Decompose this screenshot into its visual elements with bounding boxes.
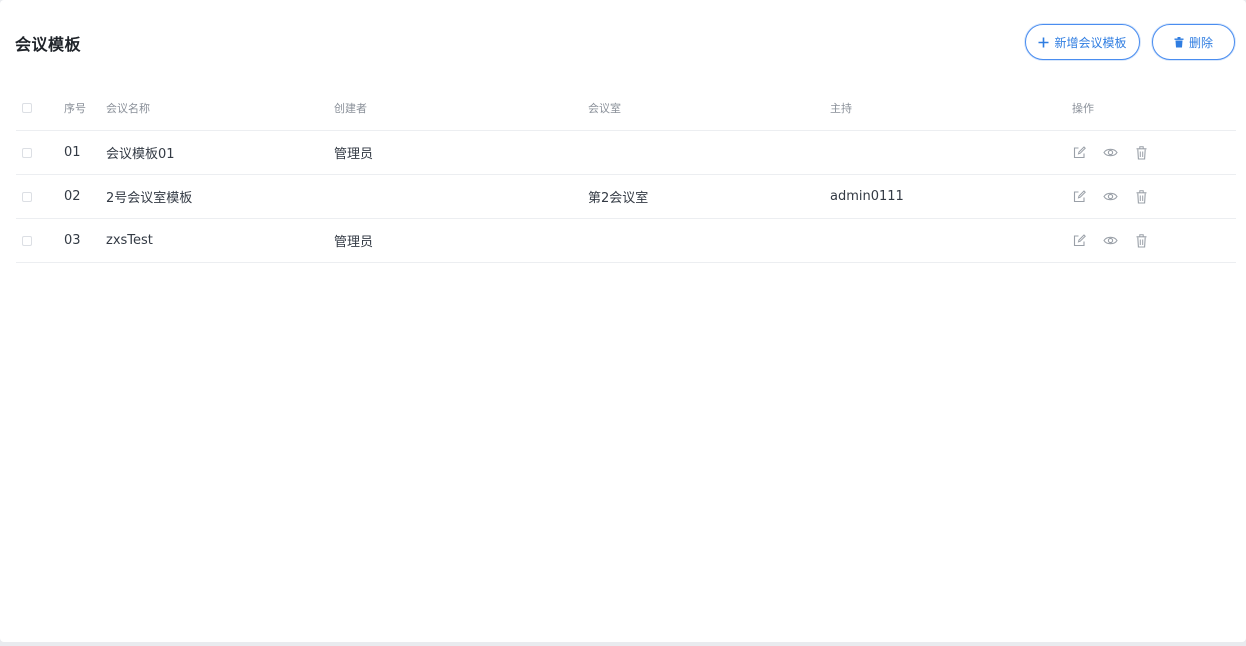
row-no: 01 xyxy=(64,145,81,160)
header-name: 会议名称 xyxy=(106,102,150,115)
edit-icon[interactable] xyxy=(1072,189,1087,204)
delete-icon[interactable] xyxy=(1134,145,1149,160)
view-icon[interactable] xyxy=(1103,189,1118,204)
delete-label: 删除 xyxy=(1188,35,1213,50)
template-table: 序号 会议名称 创建者 会议室 主持 操作 01 会议模板01 管理员 02 2… xyxy=(16,86,1236,263)
table-header: 序号 会议名称 创建者 会议室 主持 操作 xyxy=(16,86,1236,131)
delete-icon[interactable] xyxy=(1134,233,1149,248)
row-checkbox[interactable] xyxy=(22,147,32,158)
table-row: 03 zxsTest 管理员 xyxy=(16,219,1236,263)
row-checkbox[interactable] xyxy=(22,235,32,246)
row-name: zxsTest xyxy=(106,233,153,248)
row-room: 第2会议室 xyxy=(588,191,649,206)
delete-icon[interactable] xyxy=(1134,189,1149,204)
header-no: 序号 xyxy=(64,102,86,115)
delete-button[interactable]: 删除 xyxy=(1152,24,1235,60)
plus-icon xyxy=(1038,37,1049,48)
row-actions xyxy=(1072,131,1149,174)
edit-icon[interactable] xyxy=(1072,145,1087,160)
row-creator: 管理员 xyxy=(334,235,374,250)
edit-icon[interactable] xyxy=(1072,233,1087,248)
header-room: 会议室 xyxy=(588,102,621,115)
row-host: admin0111 xyxy=(830,189,904,204)
table-row: 01 会议模板01 管理员 xyxy=(16,131,1236,175)
add-template-label: 新增会议模板 xyxy=(1054,35,1127,50)
table-row: 02 2号会议室模板 第2会议室 admin0111 xyxy=(16,175,1236,219)
row-no: 02 xyxy=(64,189,81,204)
row-actions xyxy=(1072,175,1149,218)
view-icon[interactable] xyxy=(1103,233,1118,248)
template-panel: 会议模板 新增会议模板 删除 序号 会议名称 创建者 会议室 主持 操作 01 … xyxy=(0,0,1246,642)
row-actions xyxy=(1072,219,1149,262)
row-name: 2号会议室模板 xyxy=(106,191,193,206)
header-actions: 操作 xyxy=(1072,102,1094,115)
select-all-checkbox[interactable] xyxy=(22,103,32,113)
view-icon[interactable] xyxy=(1103,145,1118,160)
row-checkbox[interactable] xyxy=(22,191,32,202)
header-creator: 创建者 xyxy=(334,102,367,115)
row-name: 会议模板01 xyxy=(106,147,175,162)
row-no: 03 xyxy=(64,233,81,248)
trash-icon xyxy=(1174,36,1184,48)
header-host: 主持 xyxy=(830,102,852,115)
page-title: 会议模板 xyxy=(15,35,82,54)
row-creator: 管理员 xyxy=(334,147,374,162)
add-template-button[interactable]: 新增会议模板 xyxy=(1025,24,1140,60)
